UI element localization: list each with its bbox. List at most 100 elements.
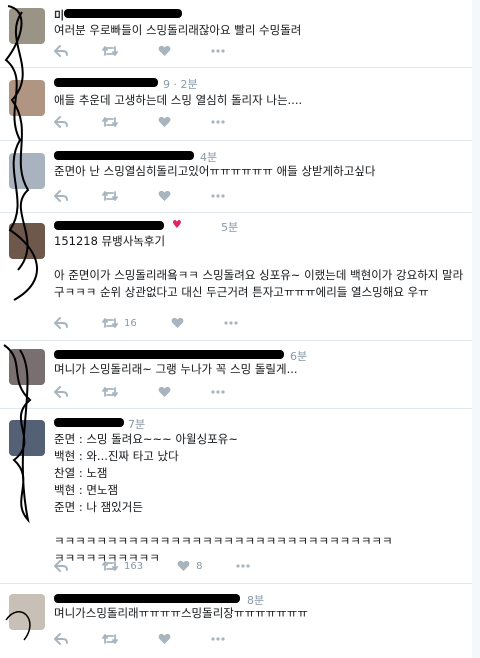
reply-button[interactable] [54,190,68,202]
more-icon [236,564,251,568]
retweet-icon [102,117,118,127]
redaction-mark [54,418,124,427]
tweet-time[interactable]: 7분 [128,418,145,431]
tweet-header: 미 [54,7,64,23]
retweet-count: 16 [124,317,137,329]
like-count: 8 [196,560,203,572]
like-button[interactable]: 8 [177,560,202,572]
more-button[interactable] [211,194,225,198]
redaction-mark [54,350,284,359]
reply-button[interactable] [54,386,68,398]
like-button[interactable] [158,45,177,57]
tweet-text: 151218 뮤뱅사녹후기 아 준면이가 스밍돌리래욬ㅋㅋ 스밍돌려요 싱포유~… [54,234,464,299]
more-button[interactable] [211,49,225,53]
avatar[interactable] [9,223,45,259]
tweet-actions [54,385,259,399]
reply-button[interactable] [54,116,68,128]
reply-button[interactable] [54,45,68,57]
like-button[interactable] [158,190,177,202]
more-button[interactable] [211,637,225,641]
like-button[interactable] [158,633,177,645]
retweet-button[interactable] [102,116,124,128]
reply-icon [54,386,68,398]
avatar[interactable] [9,594,45,630]
redaction-mark [54,221,164,230]
avatar[interactable] [9,349,45,385]
like-button[interactable] [158,386,177,398]
retweet-count: 163 [124,560,144,572]
tweet-text: 준면아 난 스밍열심히돌리고있어ㅠㅠㅠㅠㅠㅠ 애들 상받게하고싶다 [54,164,376,178]
redaction-mark [54,594,240,603]
scrollbar-track[interactable] [471,0,480,658]
more-button[interactable] [211,390,225,394]
more-icon [211,49,225,53]
tweet-header: 9 · 2분 [163,76,198,92]
like-button[interactable] [171,317,190,329]
retweet-button[interactable] [102,386,124,398]
tweet-text: 준면 : 스밍 돌려요~~~ 아윌싱포유~ 백현 : 와...진짜 타고 났다 … [54,432,393,565]
redaction-mark [54,151,194,160]
like-icon [177,560,190,571]
tweet-actions [54,115,259,129]
tweet[interactable]: 8분 며니가스밍돌리래ㅠㅠㅠㅠ스밍돌리장ㅠㅠㅠㅠㅠㅠㅠ [0,584,472,658]
retweet-icon [102,387,118,397]
tweet-actions [54,632,259,646]
more-button[interactable] [211,120,225,124]
reply-icon [54,560,68,572]
tweet-actions: 16 [54,316,272,330]
reply-icon [54,633,68,645]
avatar[interactable] [9,80,45,116]
tweet-text: 며니가스밍돌리래ㅠㅠㅠㅠ스밍돌리장ㅠㅠㅠㅠㅠㅠㅠ [54,606,308,620]
redaction-mark [54,78,158,87]
tweet-text: 애들 추운데 고생하는데 스밍 열심히 돌리자 나는.... [54,93,303,107]
tweet[interactable]: 미 여러분 우로빠들이 스밍돌리래잖아요 빨리 수밍돌려 [0,0,472,68]
user-name[interactable]: 미 [54,9,64,22]
avatar[interactable] [9,153,45,189]
like-button[interactable] [158,116,177,128]
reply-icon [54,45,68,57]
like-icon [158,386,171,397]
tweet[interactable]: 7분 준면 : 스밍 돌려요~~~ 아윌싱포유~ 백현 : 와...진짜 타고 … [0,409,472,584]
avatar[interactable] [9,8,45,44]
reply-icon [54,116,68,128]
more-icon [211,194,225,198]
tweet-actions: 163 8 [54,559,284,573]
tweet-actions [54,189,259,203]
retweet-icon [102,318,118,328]
reply-icon [54,317,68,329]
reply-button[interactable] [54,560,68,572]
heart-emoji: ♥ [172,218,182,231]
redaction-mark [64,9,182,18]
more-icon [224,321,238,325]
tweet[interactable]: 5분 ♥ 151218 뮤뱅사녹후기 아 준면이가 스밍돌리래욬ㅋㅋ 스밍돌려요… [0,213,472,341]
like-icon [158,116,171,127]
retweet-button[interactable] [102,190,124,202]
retweet-icon [102,191,118,201]
more-icon [211,637,225,641]
more-icon [211,120,225,124]
more-icon [211,390,225,394]
tweet-actions [54,44,259,58]
tweet-header: 7분 [128,416,145,432]
retweet-button[interactable] [102,633,124,645]
tweet-text: 여러분 우로빠들이 스밍돌리래잖아요 빨리 수밍돌려 [54,23,302,37]
retweet-button[interactable]: 16 [102,317,137,329]
more-button[interactable] [224,321,238,325]
avatar[interactable] [9,420,45,456]
like-icon [171,317,184,328]
reply-icon [54,190,68,202]
reply-button[interactable] [54,633,68,645]
retweet-icon [102,561,118,571]
retweet-icon [102,46,118,56]
reply-button[interactable] [54,317,68,329]
like-icon [158,633,171,644]
more-button[interactable] [236,564,251,568]
tweet-text: 며니가 스밍돌리래~ 그랭 누나가 꼭 스밍 돌릴게... [54,362,298,376]
tweet[interactable]: 6분 며니가 스밍돌리래~ 그랭 누나가 꼭 스밍 돌릴게... [0,341,472,409]
tweet-time[interactable]: 9 · 2분 [163,78,198,91]
retweet-button[interactable]: 163 [102,560,143,572]
like-icon [158,45,171,56]
retweet-button[interactable] [102,45,124,57]
tweet[interactable]: 9 · 2분 애들 추운데 고생하는데 스밍 열심히 돌리자 나는.... [0,68,472,141]
tweet[interactable]: 4분 준면아 난 스밍열심히돌리고있어ㅠㅠㅠㅠㅠㅠ 애들 상받게하고싶다 [0,141,472,213]
